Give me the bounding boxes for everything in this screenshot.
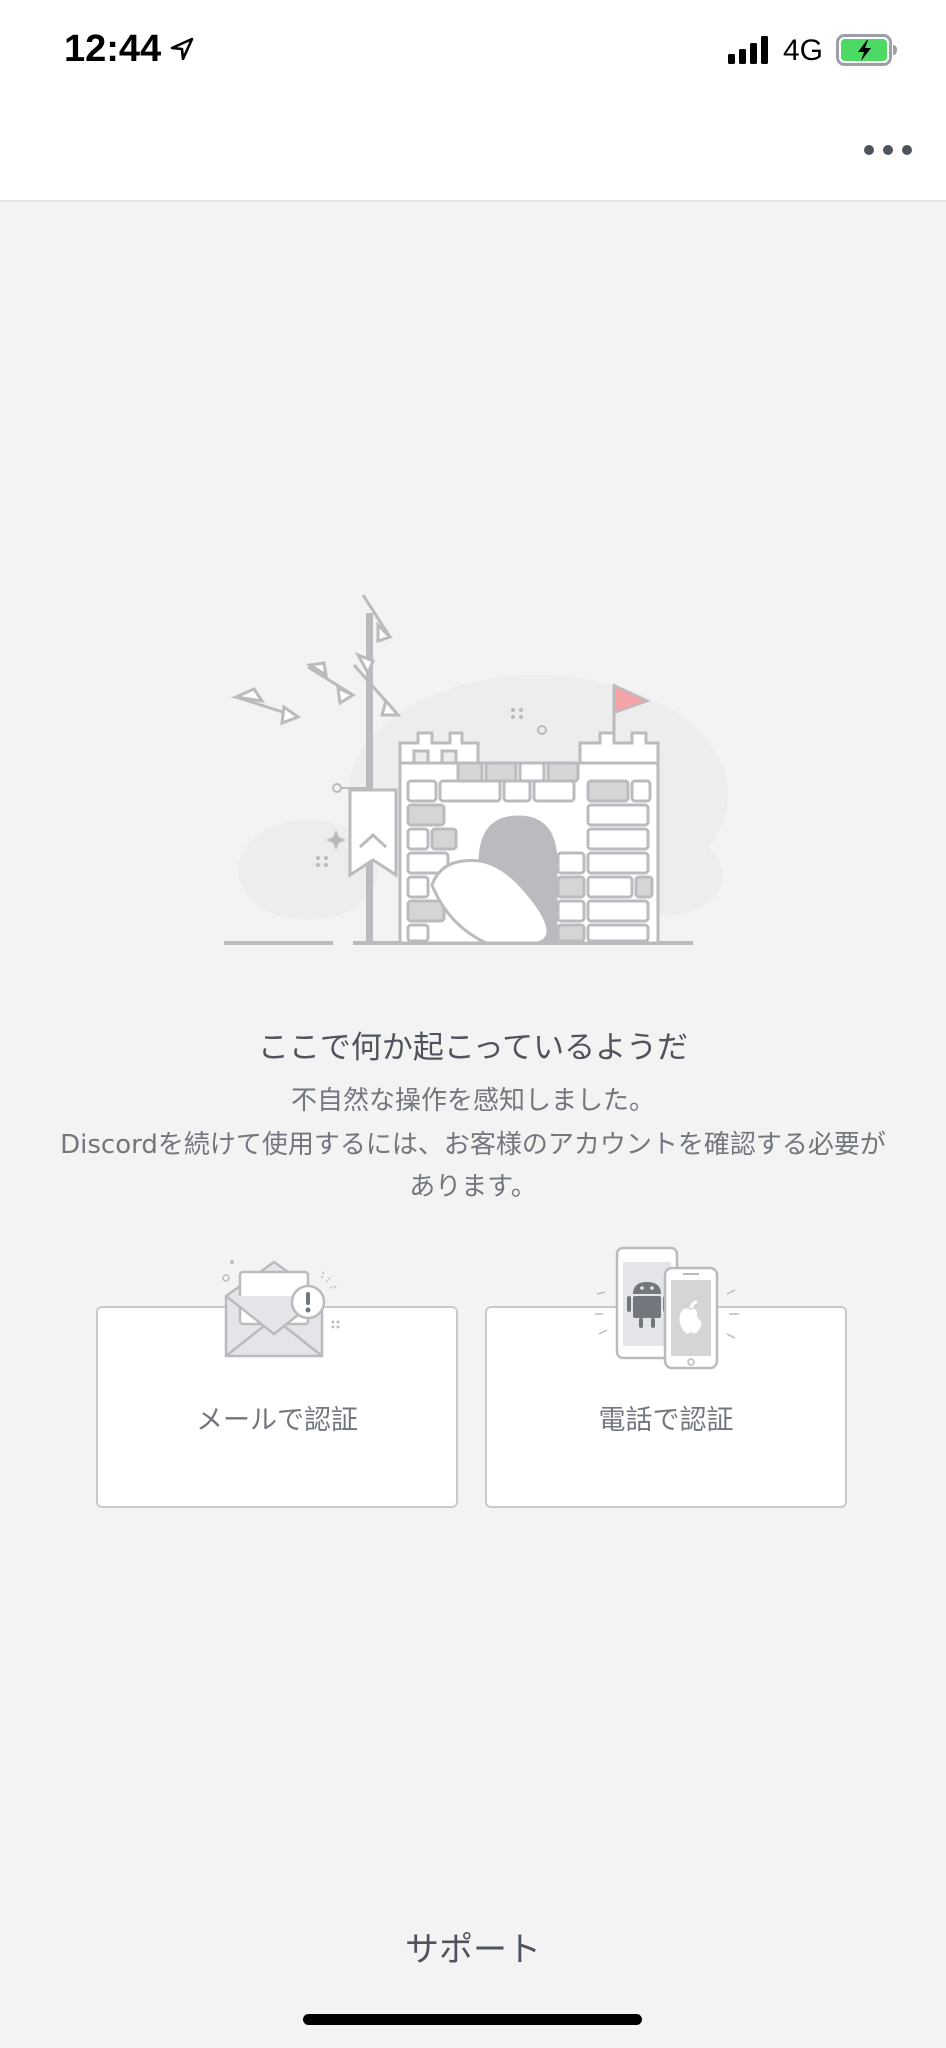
location-arrow-icon <box>170 37 194 61</box>
battery-charging-icon <box>836 34 897 66</box>
ellipsis-dot <box>902 145 912 155</box>
verify-phone-label: 電話で認証 <box>598 1405 734 1436</box>
ellipsis-dot <box>883 145 893 155</box>
ellipsis-icon <box>864 145 874 155</box>
verify-phone-button[interactable]: 電話で認証 <box>485 1246 847 1508</box>
warning-line-2: Discordを続けて使用するには、お客様のアカウントを確認する必要があります。 <box>60 1130 886 1202</box>
home-indicator[interactable] <box>303 2014 642 2025</box>
verify-email-button[interactable]: メールで認証 <box>96 1260 458 1508</box>
status-time: 12:44 <box>64 28 162 70</box>
more-options-button[interactable] <box>864 140 912 160</box>
nav-bar <box>0 100 946 202</box>
email-warning-icon <box>222 1260 340 1358</box>
warning-line-1: 不自然な操作を感知しました。 <box>290 1086 655 1116</box>
verify-email-label: メールで認証 <box>196 1405 358 1436</box>
support-link[interactable]: サポート <box>0 1922 946 1971</box>
page-title: ここで何か起こっているようだ <box>257 1030 689 1066</box>
network-type: 4G <box>783 34 824 67</box>
phone-android-apple-icon <box>595 1246 739 1370</box>
cellular-signal-icon <box>728 36 768 64</box>
castle-icon <box>224 594 728 945</box>
status-bar: 12:44 4G <box>0 0 946 100</box>
